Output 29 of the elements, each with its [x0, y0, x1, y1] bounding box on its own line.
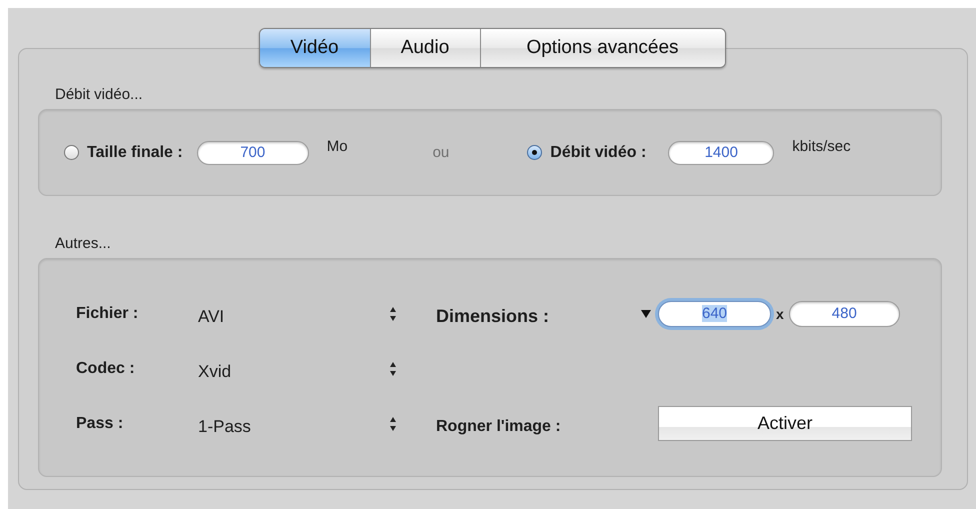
input-field[interactable]: 1400	[668, 140, 774, 164]
unit-label: Mo	[326, 138, 348, 155]
radio-button[interactable]	[527, 145, 542, 160]
field-label: Dimensions :	[436, 306, 550, 327]
stepper-arrows-icon[interactable]	[389, 304, 397, 322]
tab[interactable]: Audio	[370, 29, 480, 67]
stepper-arrows-icon[interactable]	[389, 414, 397, 432]
stepper-arrows-icon[interactable]	[389, 360, 397, 378]
tab[interactable]: Vidéo	[260, 29, 370, 67]
activate-button[interactable]: Activer	[658, 406, 912, 441]
field-label: Pass :	[76, 414, 124, 432]
unit-label: kbits/sec	[792, 138, 851, 155]
tab[interactable]: Options avancées	[480, 29, 724, 67]
radio-button[interactable]	[64, 145, 79, 160]
section-title: Débit vidéo...	[54, 85, 143, 105]
section-title: Autres...	[54, 234, 111, 254]
field-label: Fichier :	[76, 304, 140, 322]
popup-value[interactable]: Xvid	[198, 362, 389, 382]
separator-label: ou	[432, 144, 450, 161]
option-label: Taille finale :	[87, 144, 183, 162]
option-label: Débit vidéo :	[550, 144, 646, 162]
popup-value[interactable]: 1-Pass	[198, 416, 389, 436]
input-field[interactable]: 700	[196, 140, 309, 164]
times-sign: x	[776, 306, 784, 322]
popup-value[interactable]: AVI	[198, 306, 389, 326]
field-label: Rogner l'image :	[436, 418, 562, 436]
input-field[interactable]: 480	[788, 300, 900, 326]
dropdown-triangle-icon[interactable]	[641, 310, 651, 318]
field-label: Codec :	[76, 360, 136, 378]
